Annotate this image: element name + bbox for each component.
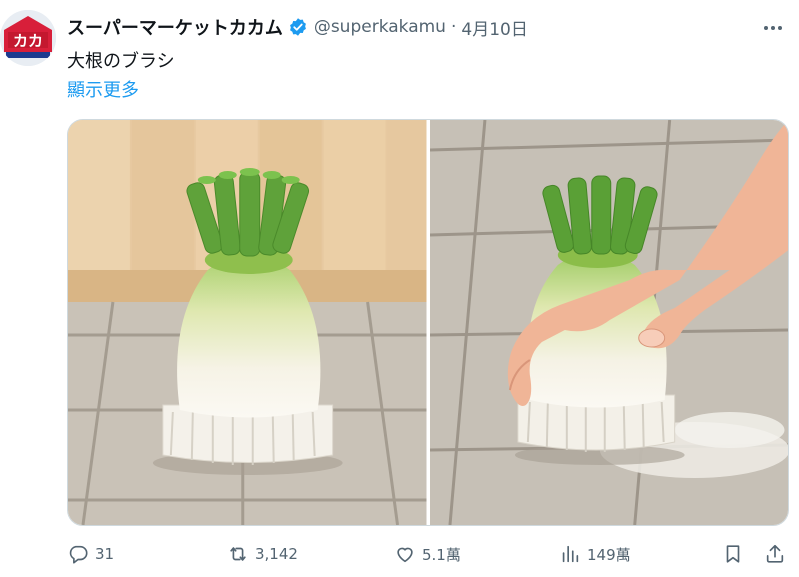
- radish-brush-on-tiles-image[interactable]: [68, 120, 427, 525]
- retweet-count: 3,142: [255, 545, 298, 563]
- reply-button[interactable]: 31: [67, 543, 114, 565]
- more-options-icon[interactable]: [761, 16, 785, 40]
- separator-dot: ·: [450, 17, 457, 37]
- like-count: 5.1萬: [422, 545, 461, 564]
- analytics-icon: [562, 545, 579, 563]
- share-button[interactable]: [764, 543, 786, 565]
- post-text: 大根のブラシ: [67, 51, 175, 72]
- brand-logo-icon: カカ: [0, 10, 56, 66]
- bookmark-icon: [726, 545, 740, 563]
- share-icon: [766, 544, 784, 563]
- post-header: スーパーマーケットカカム @superkakamu · 4月10日: [67, 14, 528, 40]
- post-date[interactable]: 4月10日: [461, 15, 527, 40]
- avatar[interactable]: カカ: [0, 10, 56, 66]
- hand-scrubbing-floor-image[interactable]: [429, 120, 788, 525]
- like-button[interactable]: 5.1萬: [394, 543, 461, 565]
- action-bar: 31 3,142 5.1萬 149萬: [67, 543, 789, 571]
- retweet-icon: [230, 547, 246, 561]
- view-count: 149萬: [587, 545, 631, 564]
- retweet-button[interactable]: 3,142: [227, 543, 298, 565]
- media-grid: [67, 119, 789, 526]
- show-more-link[interactable]: 顯示更多: [67, 76, 139, 102]
- reply-icon: [69, 545, 88, 564]
- heart-icon: [397, 547, 413, 563]
- bookmark-button[interactable]: [722, 543, 744, 565]
- views-button[interactable]: 149萬: [559, 543, 631, 565]
- author-handle[interactable]: @superkakamu: [314, 17, 446, 37]
- avatar-text: カカ: [13, 32, 43, 50]
- reply-count: 31: [95, 545, 115, 563]
- author-name[interactable]: スーパーマーケットカカム: [67, 14, 283, 40]
- verified-badge-icon: [288, 17, 308, 37]
